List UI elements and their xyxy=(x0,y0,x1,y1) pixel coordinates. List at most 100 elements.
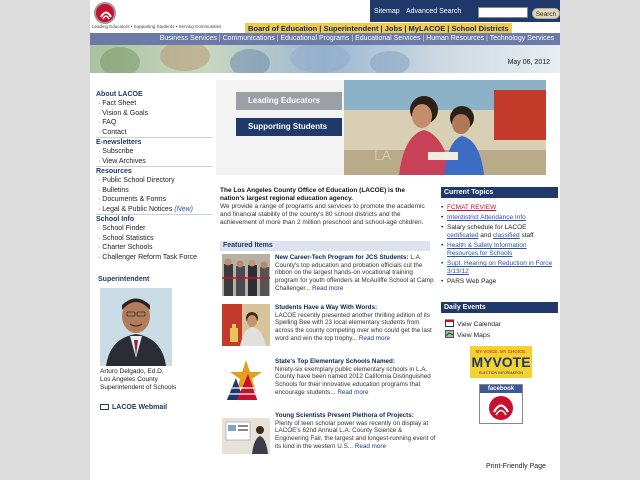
top-link-superintendent[interactable]: Superintendent xyxy=(323,24,378,33)
advanced-search-link[interactable]: Advanced Search xyxy=(406,8,461,15)
facebook-label: facebook xyxy=(480,385,522,393)
topic-supt-hearing[interactable]: Supt. Hearing on Reduction in Force 3/13… xyxy=(441,260,558,276)
featured-item: State's Top Elementary Schools Named: Ni… xyxy=(222,358,434,408)
intro-headline: The Los Angeles County Office of Educati… xyxy=(220,187,406,202)
left-nav-documents-forms[interactable]: · Documents & Forms xyxy=(96,195,212,205)
hero-banner: Leading Educators Supporting Students LA xyxy=(216,80,546,175)
current-topics-heading: Current Topics xyxy=(441,187,558,198)
hero-photo: LA xyxy=(344,80,546,175)
nav-educational-services[interactable]: Educational Services xyxy=(355,35,420,42)
topic-interdistrict[interactable]: Interdistrict Attendance Info xyxy=(441,214,558,222)
classified-link[interactable]: classified xyxy=(493,232,520,239)
left-nav-subscribe[interactable]: · Subscribe xyxy=(96,147,212,157)
featured-thumbnail[interactable] xyxy=(222,304,270,346)
view-calendar-link[interactable]: View Calendar xyxy=(441,319,558,330)
nav-technology-services[interactable]: Technology Services xyxy=(490,35,554,42)
print-friendly-link[interactable]: Print-Friendly Page xyxy=(486,463,546,470)
nav-educational-programs[interactable]: Educational Programs xyxy=(281,35,350,42)
superintendent-caption: Arturo Delgado, Ed.D. Los Angeles County… xyxy=(100,368,176,392)
view-maps-link[interactable]: View Maps xyxy=(441,330,558,341)
featured-thumbnail[interactable] xyxy=(222,418,270,454)
left-nav-heading-resources[interactable]: Resources xyxy=(96,167,212,176)
topic-fcmat[interactable]: FCMAT REVIEW xyxy=(441,204,558,212)
main-nav: Business Services | Communications | Edu… xyxy=(90,33,560,45)
intro-body: We provide a range of programs and servi… xyxy=(220,203,425,226)
left-nav-school-statistics[interactable]: · School Statistics xyxy=(96,234,212,244)
left-nav-bulletins[interactable]: · Bulletins xyxy=(96,186,212,196)
nav-communications[interactable]: Communications xyxy=(223,35,275,42)
featured-item: New Career-Tech Program for JCS Students… xyxy=(222,254,434,300)
left-nav-faq[interactable]: · FAQ xyxy=(96,118,212,128)
left-nav-charter-schools[interactable]: · Charter Schools xyxy=(96,243,212,253)
search-button[interactable]: Search xyxy=(532,8,560,19)
lacoe-logo[interactable] xyxy=(94,2,116,24)
read-more-link[interactable]: Read more xyxy=(359,335,390,342)
salary-and: and xyxy=(480,232,492,239)
top-link-mylacoe[interactable]: MyLACOE xyxy=(409,24,446,33)
left-nav-fact-sheet[interactable]: · Fact Sheet xyxy=(96,99,212,109)
left-nav-heading-school-info[interactable]: School Info xyxy=(96,215,212,224)
facebook-logo-icon xyxy=(489,396,513,420)
new-badge: (New) xyxy=(174,205,193,213)
facebook-badge[interactable]: facebook xyxy=(479,384,523,424)
featured-title[interactable]: New Career-Tech Program for JCS Students… xyxy=(275,254,409,261)
myvote-subtitle: ELECTION INFORMATION xyxy=(479,371,523,375)
topic-pars[interactable]: PARS Web Page xyxy=(441,278,558,286)
left-nav-heading-about[interactable]: About LACOE xyxy=(96,90,212,99)
featured-title[interactable]: Students Have a Way With Words: xyxy=(275,304,377,311)
photo-banner: May 06, 2012 xyxy=(90,45,560,73)
featured-body: LACOE recently presented another thrilli… xyxy=(275,311,432,342)
utility-bar: Sitemap Advanced Search Search xyxy=(370,0,560,22)
superintendent-heading: Superintendent xyxy=(98,276,150,283)
left-nav-contact[interactable]: · Contact xyxy=(96,128,212,138)
current-date: May 06, 2012 xyxy=(507,59,550,66)
superintendent-role-line-1: Los Angeles County xyxy=(100,376,158,383)
left-nav-challenger-reform[interactable]: · Challenger Reform Task Force xyxy=(96,253,212,263)
top-link-school-districts[interactable]: School Districts xyxy=(452,24,509,33)
read-more-link[interactable]: Read more xyxy=(312,285,343,292)
featured-thumbnail[interactable] xyxy=(222,358,270,400)
read-more-link[interactable]: Read more xyxy=(355,443,386,450)
top-link-jobs[interactable]: Jobs xyxy=(385,24,403,33)
search-input[interactable] xyxy=(478,7,528,18)
current-topics: Current Topics FCMAT REVIEW Interdistric… xyxy=(441,187,558,288)
top-link-board[interactable]: Board of Education xyxy=(248,24,317,33)
envelope-icon xyxy=(100,404,109,410)
myvote-title: MYVOTE xyxy=(471,354,530,370)
certificated-link[interactable]: certificated xyxy=(447,232,478,239)
featured-thumbnail[interactable] xyxy=(222,254,270,296)
nav-business-services[interactable]: Business Services xyxy=(160,35,217,42)
superintendent-name: Arturo Delgado, Ed.D. xyxy=(100,368,164,375)
map-icon xyxy=(445,330,454,338)
read-more-link[interactable]: Read more xyxy=(337,389,368,396)
left-nav: About LACOE · Fact Sheet · Vision & Goal… xyxy=(96,90,212,262)
left-nav-legal-notices[interactable]: · Legal & Public Notices (New) xyxy=(96,205,212,215)
left-nav-view-archives[interactable]: · View Archives xyxy=(96,157,212,167)
myvote-badge[interactable]: MY VOICE. MY CHOICE. MYVOTE ELECTION INF… xyxy=(470,346,532,378)
salary-staff: staff xyxy=(521,232,534,239)
webmail-link[interactable]: LACOE Webmail xyxy=(100,404,167,411)
left-nav-vision-goals[interactable]: · Vision & Goals xyxy=(96,109,212,119)
daily-events: Daily Events View Calendar View Maps xyxy=(441,302,558,341)
topic-salary-schedule: Salary schedule for LACOE certificated a… xyxy=(441,224,558,240)
header: Leading Educators • Supporting Students … xyxy=(90,0,560,34)
sitemap-link[interactable]: Sitemap xyxy=(374,8,400,15)
featured-heading: Featured Items xyxy=(220,241,430,251)
intro-text: The Los Angeles County Office of Educati… xyxy=(220,187,428,227)
calendar-icon xyxy=(445,319,454,327)
left-nav-heading-enewsletters[interactable]: E-newsletters xyxy=(96,138,212,147)
topic-health-safety[interactable]: Health & Safety Information Resources fo… xyxy=(441,242,558,258)
svg-text:LA: LA xyxy=(374,147,392,163)
featured-item: Young Scientists Present Plethora of Pro… xyxy=(222,412,435,460)
featured-title[interactable]: State's Top Elementary Schools Named: xyxy=(275,358,395,365)
featured-title[interactable]: Young Scientists Present Plethora of Pro… xyxy=(275,412,414,419)
hero-leading-educators[interactable]: Leading Educators xyxy=(236,92,342,110)
nav-human-resources[interactable]: Human Resources xyxy=(426,35,484,42)
featured-item: Students Have a Way With Words: LACOE re… xyxy=(222,304,434,354)
left-nav-public-school-directory[interactable]: · Public School Directory xyxy=(96,176,212,186)
hero-supporting-students[interactable]: Supporting Students xyxy=(236,118,342,136)
logo-mark-icon xyxy=(100,11,112,20)
left-nav-school-finder[interactable]: · School Finder xyxy=(96,224,212,234)
salary-text: Salary schedule for LACOE xyxy=(447,224,527,231)
tagline: Leading Educators • Supporting Students … xyxy=(92,24,222,29)
